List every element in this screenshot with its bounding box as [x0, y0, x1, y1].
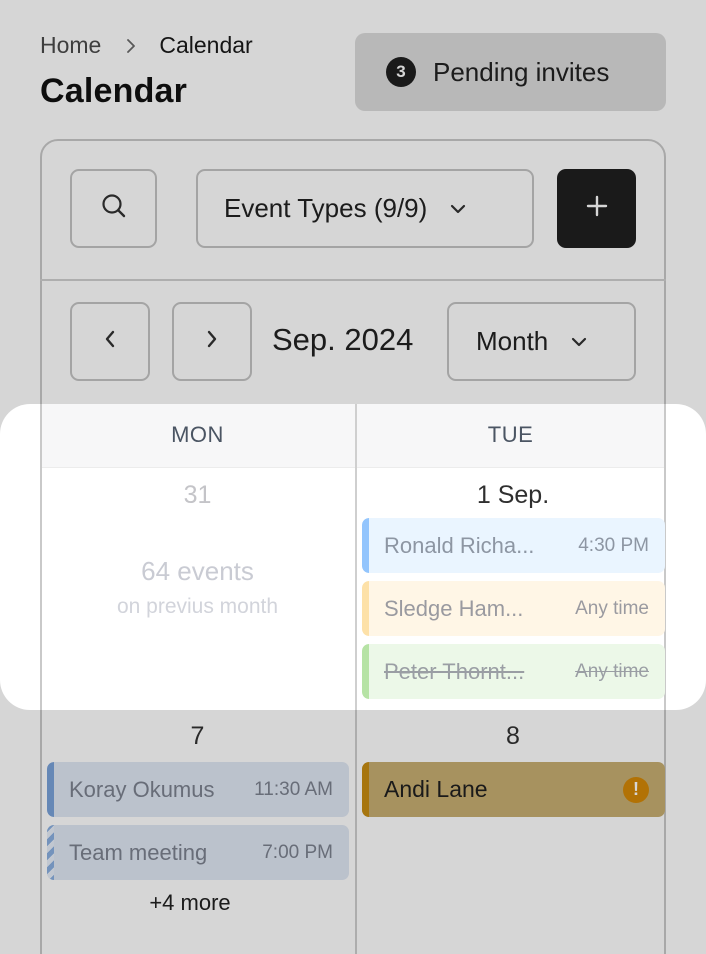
event-color-bar — [362, 518, 369, 573]
warning-icon: ! — [623, 776, 649, 803]
event-color-bar — [362, 762, 369, 817]
pending-count-badge: 3 — [386, 57, 416, 87]
previous-month-event-count[interactable]: 64 events — [40, 556, 355, 587]
current-month-label: Sep. 2024 — [272, 322, 414, 357]
event-koray[interactable]: Koray Okumus 11:30 AM — [47, 762, 349, 817]
weekday-header-tue: TUE — [487, 422, 534, 447]
event-time: 11:30 AM — [254, 778, 333, 800]
pending-invites-button[interactable]: 3 Pending invites — [355, 33, 666, 111]
day-number-31[interactable]: 31 — [40, 481, 355, 510]
event-name: Peter Thornt... — [384, 658, 525, 684]
event-name: Koray Okumus — [69, 776, 215, 802]
view-mode-dropdown[interactable]: Month — [447, 302, 636, 381]
chevron-right-icon — [125, 37, 137, 55]
more-events-link[interactable]: +4 more — [40, 890, 340, 916]
event-ronald[interactable]: Ronald Richa... 4:30 PM — [362, 518, 665, 573]
chevron-down-icon — [570, 336, 588, 348]
add-event-button[interactable] — [557, 169, 636, 248]
event-team-meeting[interactable]: Team meeting 7:00 PM — [47, 825, 349, 880]
event-time: Any time — [575, 597, 649, 619]
search-button[interactable] — [70, 169, 157, 248]
event-time: Any time — [575, 660, 649, 682]
event-color-bar — [362, 644, 369, 699]
day-number-8[interactable]: 8 — [357, 722, 669, 751]
event-time: 4:30 PM — [578, 534, 649, 556]
toolbar-divider — [40, 279, 666, 281]
event-color-bar — [362, 581, 369, 636]
day-number-7[interactable]: 7 — [40, 722, 355, 751]
next-month-button[interactable] — [172, 302, 252, 381]
page-title: Calendar — [40, 72, 188, 110]
chevron-right-icon — [205, 328, 219, 355]
chevron-left-icon — [103, 328, 117, 355]
breadcrumb-home-link[interactable]: Home — [40, 32, 101, 59]
day-number-1[interactable]: 1 Sep. — [357, 481, 669, 510]
event-types-label: Event Types (9/9) — [224, 193, 428, 223]
event-color-bar — [47, 762, 54, 817]
weekday-header-mon: MON — [171, 422, 224, 447]
search-icon — [100, 192, 128, 225]
event-name: Team meeting — [69, 839, 208, 865]
pending-invites-label: Pending invites — [433, 56, 610, 87]
view-mode-label: Month — [476, 326, 549, 356]
chevron-down-icon — [449, 203, 467, 215]
event-sledge[interactable]: Sledge Ham... Any time — [362, 581, 665, 636]
previous-month-note: on previus month — [116, 595, 279, 618]
event-time: 7:00 PM — [262, 841, 333, 863]
breadcrumb-current: Calendar — [159, 32, 253, 58]
event-peter[interactable]: Peter Thornt... Any time — [362, 644, 665, 699]
event-name: Sledge Ham... — [384, 595, 524, 621]
plus-icon — [585, 194, 609, 223]
event-types-dropdown[interactable]: Event Types (9/9) — [196, 169, 534, 248]
event-striped-bar — [47, 825, 54, 880]
breadcrumb: Home Calendar — [40, 32, 253, 59]
event-name: Ronald Richa... — [384, 532, 535, 558]
event-andi[interactable]: Andi Lane ! — [362, 762, 665, 817]
previous-month-button[interactable] — [70, 302, 150, 381]
event-name: Andi Lane — [384, 776, 488, 802]
